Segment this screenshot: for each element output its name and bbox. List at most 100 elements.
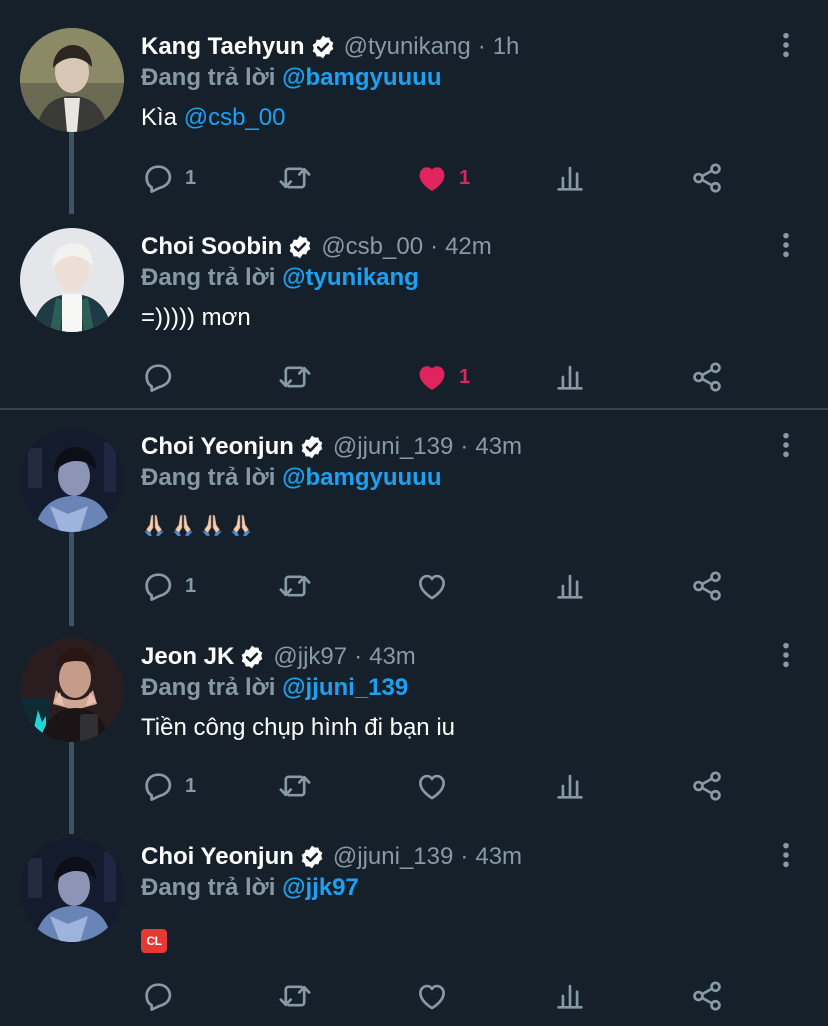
avatar[interactable] <box>20 838 124 942</box>
retweet-button[interactable] <box>278 568 312 604</box>
user-handle[interactable]: @jjuni_139 <box>333 433 453 461</box>
share-button[interactable] <box>690 768 724 804</box>
reply-icon <box>145 364 172 392</box>
avatar[interactable] <box>20 228 124 332</box>
display-name[interactable]: Choi Soobin <box>141 233 282 261</box>
tweet[interactable]: Kang Taehyun @tyunikang · 1h Đang trả lờ… <box>0 0 828 200</box>
like-button[interactable] <box>415 768 449 804</box>
user-handle[interactable]: @csb_00 <box>321 233 423 261</box>
timestamp[interactable]: 43m <box>475 433 522 461</box>
replying-to-handle[interactable]: @jjuni_139 <box>282 674 408 701</box>
share-button[interactable] <box>690 978 724 1014</box>
replying-to-handle[interactable]: @bamgyuuuu <box>282 64 441 91</box>
like-count: 1 <box>459 365 471 388</box>
separator-dot: · <box>460 843 469 870</box>
analytics-button[interactable] <box>553 978 587 1014</box>
replying-to-label: Đang trả lời <box>141 674 276 701</box>
analytics-icon <box>557 774 583 799</box>
tweet[interactable]: Choi Yeonjun @jjuni_139 · 43m Đang trả l… <box>0 400 828 610</box>
display-name[interactable]: Kang Taehyun <box>141 33 305 61</box>
analytics-button[interactable] <box>553 768 587 804</box>
heart-icon <box>419 984 445 1010</box>
more-vertical-icon[interactable] <box>772 840 800 870</box>
reply-button[interactable]: 1 <box>141 768 196 804</box>
tweet[interactable]: Choi Soobin @csb_00 · 42m Đang trả lời @… <box>0 200 828 408</box>
like-button[interactable] <box>415 978 449 1014</box>
timestamp[interactable]: 42m <box>445 233 492 261</box>
avatar[interactable] <box>20 28 124 132</box>
action-bar: 1 <box>141 768 741 804</box>
avatar[interactable] <box>20 638 124 742</box>
cl-button-emoji: CL <box>141 929 167 953</box>
more-vertical-icon[interactable] <box>772 30 800 60</box>
retweet-button[interactable] <box>278 359 312 395</box>
mention-link[interactable]: @csb_00 <box>184 104 286 131</box>
reply-button[interactable] <box>141 359 175 395</box>
verified-badge-icon <box>310 34 335 60</box>
reply-icon <box>145 983 172 1011</box>
display-name[interactable]: Choi Yeonjun <box>141 843 294 871</box>
retweet-button[interactable] <box>278 768 312 804</box>
replying-to: Đang trả lời @bamgyuuuu <box>141 464 442 492</box>
timestamp[interactable]: 43m <box>475 843 522 871</box>
tweet-text: 🙏🏻🙏🏻🙏🏻🙏🏻 <box>141 512 254 538</box>
retweet-button[interactable] <box>278 160 312 196</box>
share-button[interactable] <box>690 160 724 196</box>
tweet[interactable]: Jeon JK @jjk97 · 43m Đang trả lời @jjuni… <box>0 610 828 820</box>
more-vertical-icon[interactable] <box>772 640 800 670</box>
replying-to-handle[interactable]: @bamgyuuuu <box>282 464 441 491</box>
analytics-button[interactable] <box>553 359 587 395</box>
like-button[interactable]: 1 <box>415 160 470 196</box>
heart-filled-icon <box>419 167 445 191</box>
display-name[interactable]: Jeon JK <box>141 643 234 671</box>
avatar[interactable] <box>20 428 124 532</box>
timestamp[interactable]: 43m <box>369 643 416 671</box>
tweet-text-content: Tiền công chụp hình đi bạn iu <box>141 714 456 741</box>
retweet-icon <box>279 575 311 597</box>
replying-to: Đang trả lời @jjuni_139 <box>141 674 408 702</box>
reply-icon <box>145 773 172 801</box>
replying-to: Đang trả lời @bamgyuuuu <box>141 64 442 92</box>
user-handle[interactable]: @jjuni_139 <box>333 843 453 871</box>
tweet[interactable]: Choi Yeonjun @jjuni_139 · 43m Đang trả l… <box>0 810 828 1026</box>
retweet-button[interactable] <box>278 978 312 1014</box>
analytics-icon <box>557 365 583 390</box>
reply-button[interactable]: 1 <box>141 568 196 604</box>
share-button[interactable] <box>690 359 724 395</box>
retweet-icon <box>279 775 311 797</box>
more-vertical-icon[interactable] <box>772 230 800 260</box>
analytics-button[interactable] <box>553 568 587 604</box>
heart-icon <box>419 574 445 600</box>
replying-to-label: Đang trả lời <box>141 874 276 901</box>
reply-count: 1 <box>185 574 197 597</box>
folded-hands-emoji <box>172 514 194 537</box>
action-bar: 1 <box>141 359 741 395</box>
analytics-icon <box>557 166 583 191</box>
analytics-icon <box>557 574 583 599</box>
share-icon <box>693 163 721 193</box>
heart-filled-icon <box>419 366 445 390</box>
folded-hands-emoji <box>201 514 223 537</box>
reply-button[interactable] <box>141 978 175 1014</box>
like-button[interactable]: 1 <box>415 359 470 395</box>
tweet-text-content: Kìa <box>141 104 178 131</box>
retweet-icon <box>279 366 311 388</box>
share-icon <box>693 981 721 1011</box>
reply-count: 1 <box>185 774 197 797</box>
verified-badge-icon <box>300 434 324 460</box>
replying-to-label: Đang trả lời <box>141 464 276 491</box>
action-bar: 1 1 <box>141 160 741 196</box>
timestamp[interactable]: 1h <box>493 33 520 61</box>
user-handle[interactable]: @tyunikang <box>344 33 471 61</box>
analytics-button[interactable] <box>553 160 587 196</box>
reply-button[interactable]: 1 <box>141 160 196 196</box>
share-button[interactable] <box>690 568 724 604</box>
more-vertical-icon[interactable] <box>772 430 800 460</box>
user-handle[interactable]: @jjk97 <box>273 643 347 671</box>
reply-count: 1 <box>185 166 197 189</box>
separator-dot: · <box>460 433 469 460</box>
replying-to-handle[interactable]: @tyunikang <box>282 264 419 291</box>
replying-to-handle[interactable]: @jjk97 <box>282 874 359 901</box>
display-name[interactable]: Choi Yeonjun <box>141 433 294 461</box>
like-button[interactable] <box>415 568 449 604</box>
